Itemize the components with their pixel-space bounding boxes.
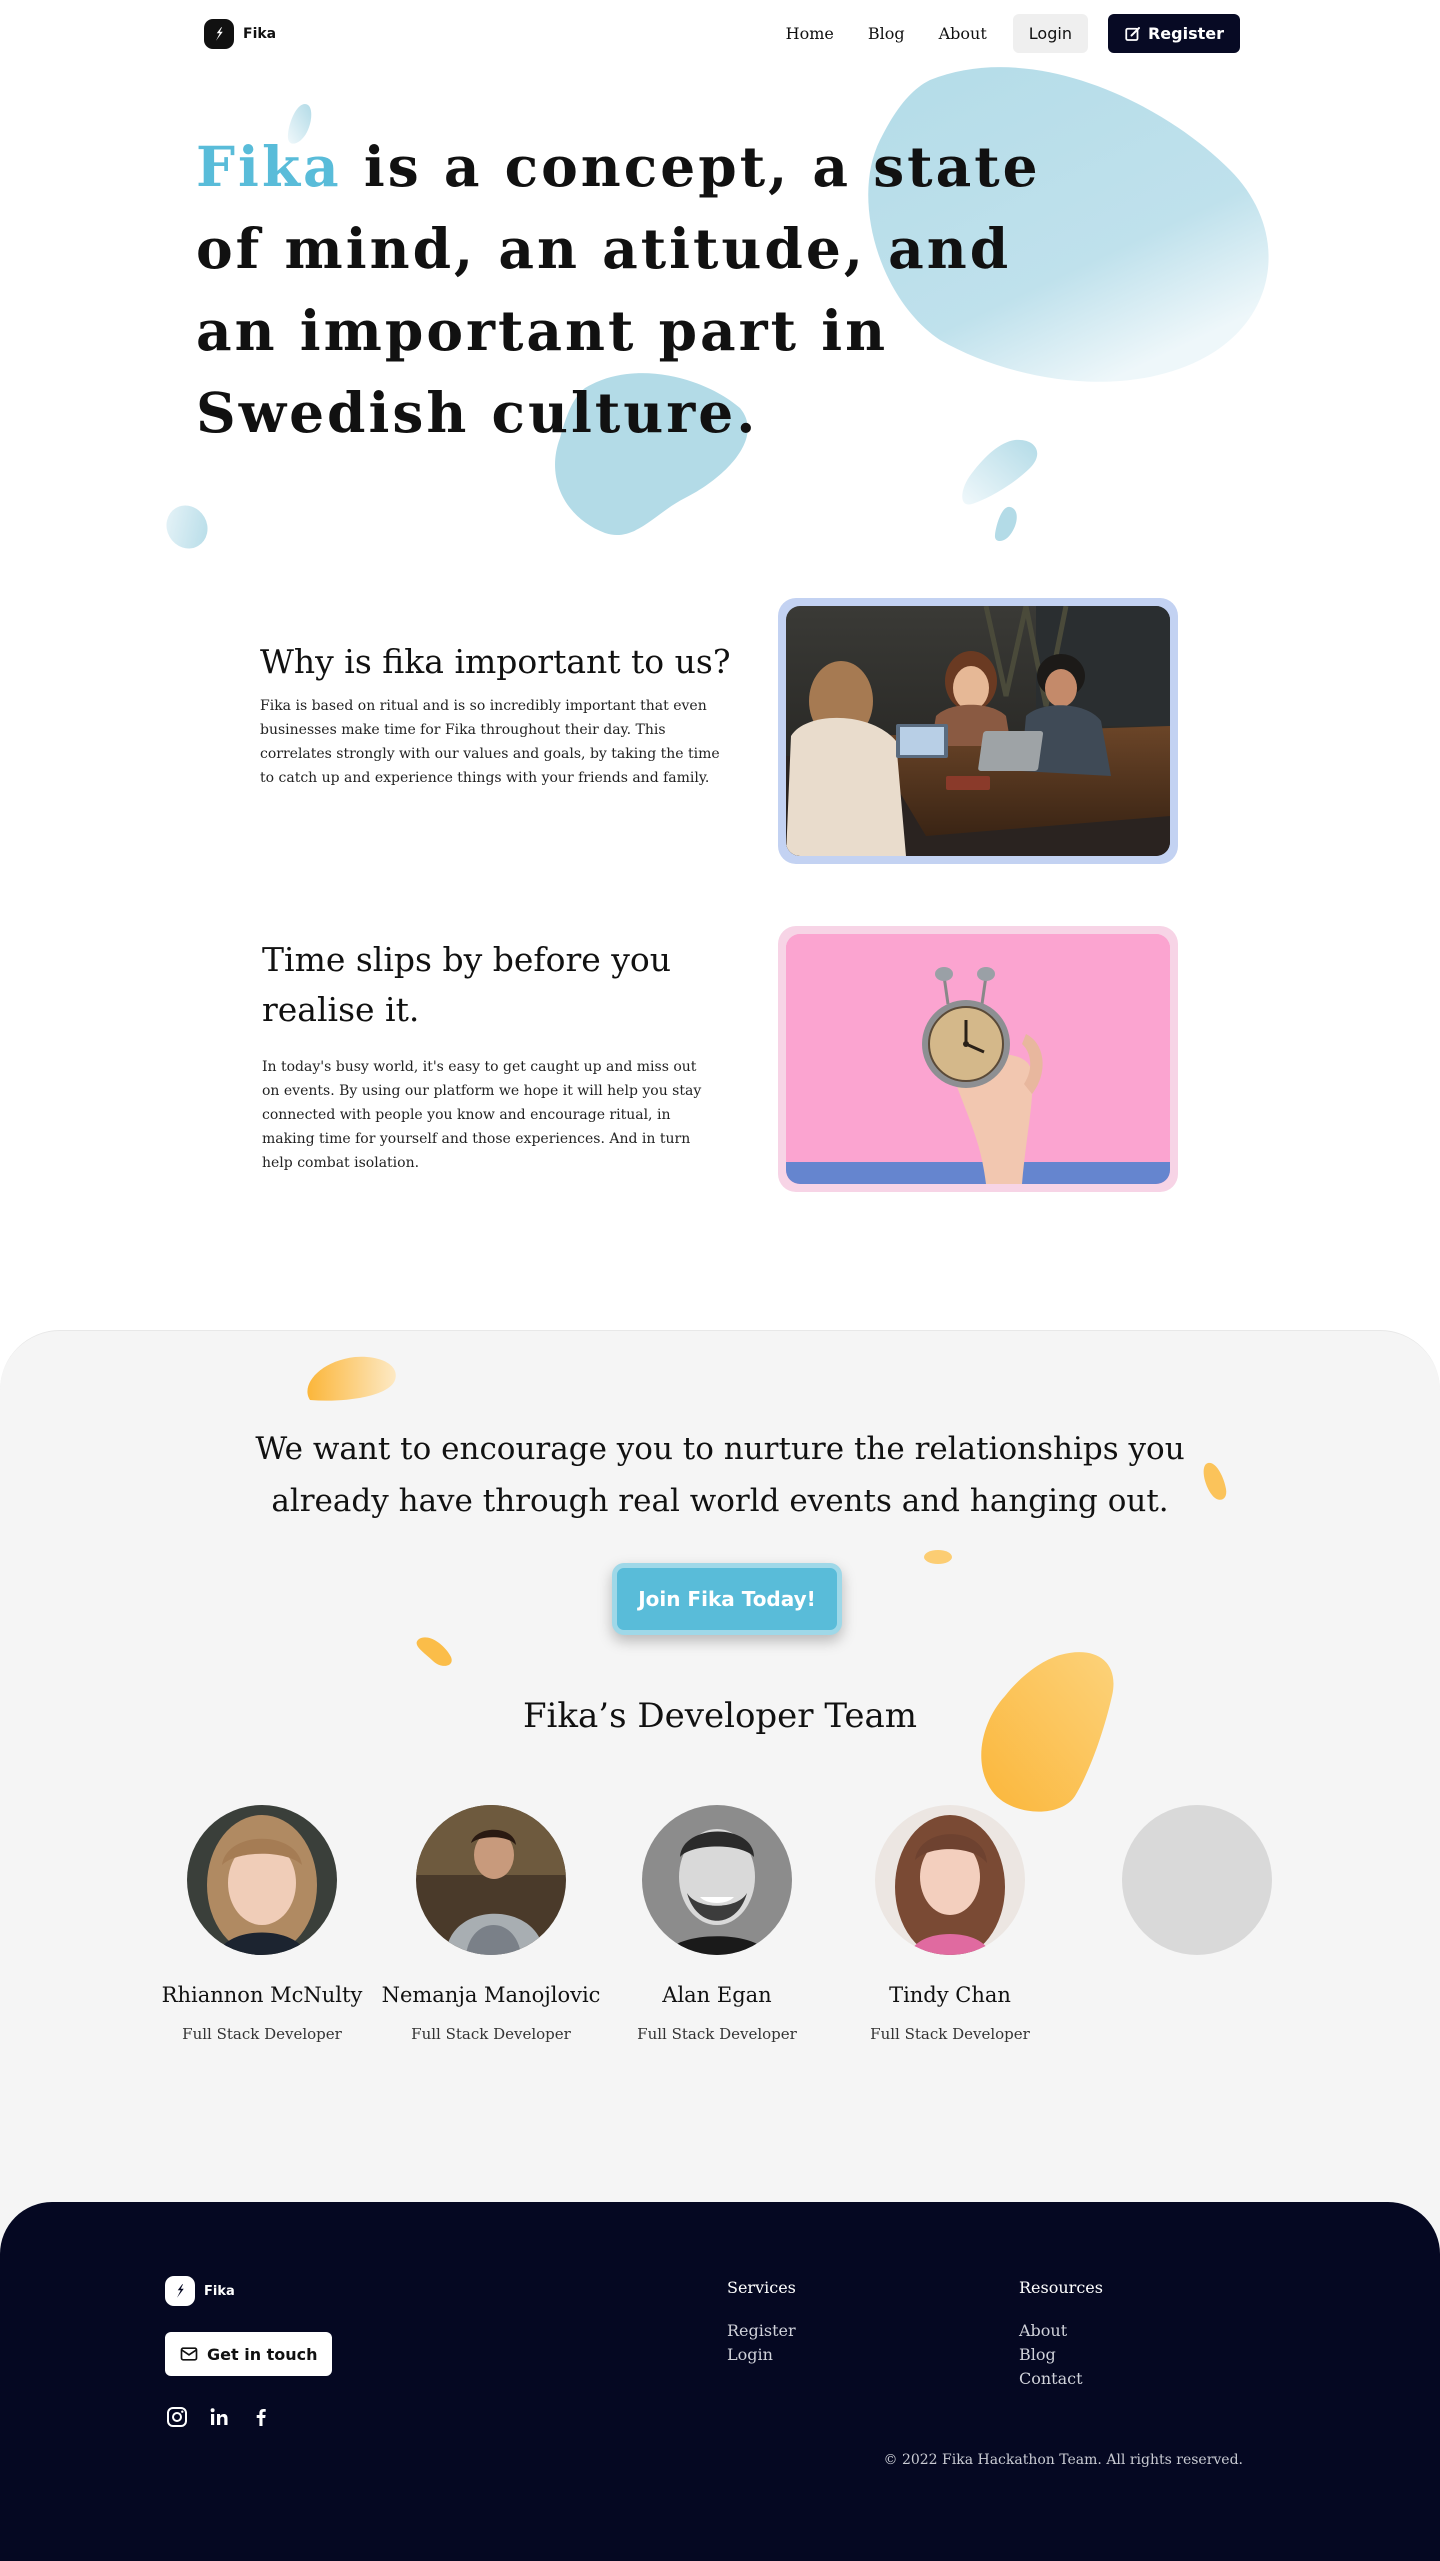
footer-resources-column: Resources About Blog Contact bbox=[1019, 2278, 1103, 2391]
hero-section: Fika is a concept, a state of mind, an a… bbox=[0, 0, 1440, 580]
avatar-placeholder bbox=[1122, 1805, 1272, 1955]
team-title: Fika’s Developer Team bbox=[522, 1696, 918, 1736]
copyright-text: © 2022 Fika Hackathon Team. All rights r… bbox=[883, 2452, 1244, 2468]
feature-title: Time slips by before you realise it. bbox=[262, 940, 672, 1029]
avatar bbox=[187, 1805, 337, 1955]
member-role: Full Stack Developer bbox=[182, 2025, 342, 2043]
member-role: Full Stack Developer bbox=[637, 2025, 797, 2043]
resources-heading: Resources bbox=[1019, 2278, 1103, 2297]
team-member-card: Alan Egan Full Stack Developer bbox=[602, 1805, 832, 2043]
get-in-touch-label: Get in touch bbox=[207, 2344, 318, 2364]
friends-at-cafe-photo bbox=[786, 606, 1170, 856]
facebook-icon[interactable] bbox=[249, 2405, 273, 2429]
get-in-touch-button[interactable]: Get in touch bbox=[165, 2332, 332, 2376]
footer-contact-link[interactable]: Contact bbox=[1019, 2367, 1103, 2391]
nav-links: Home Blog About Login Register bbox=[774, 14, 1240, 53]
edit-icon bbox=[1125, 26, 1140, 41]
team-member-card: Tindy Chan Full Stack Developer bbox=[835, 1805, 1065, 2043]
member-role: Full Stack Developer bbox=[411, 2025, 571, 2043]
mission-statement: We want to encourage you to nurture the … bbox=[255, 1431, 1185, 1519]
footer-blog-link[interactable]: Blog bbox=[1019, 2343, 1103, 2367]
orange-blob-1 bbox=[307, 1356, 396, 1401]
mission-section: We want to encourage you to nurture the … bbox=[0, 1330, 1440, 2270]
nav-home-link[interactable]: Home bbox=[774, 16, 846, 51]
hero-title-accent: Fika bbox=[196, 134, 342, 199]
fika-logo-icon bbox=[204, 19, 234, 49]
hero-title: Fika is a concept, a state of mind, an a… bbox=[196, 126, 1076, 454]
avatar bbox=[875, 1805, 1025, 1955]
register-label: Register bbox=[1147, 24, 1224, 43]
join-fika-button[interactable]: Join Fika Today! bbox=[612, 1563, 842, 1635]
login-button[interactable]: Login bbox=[1012, 14, 1088, 53]
fika-logo-icon bbox=[165, 2276, 195, 2306]
avatar bbox=[416, 1805, 566, 1955]
footer-services-column: Services Register Login bbox=[727, 2278, 796, 2367]
hand-holding-clock-photo bbox=[786, 934, 1170, 1184]
feature-title: Why is fika important to us? bbox=[260, 642, 731, 681]
footer-login-link[interactable]: Login bbox=[727, 2343, 796, 2367]
mail-icon bbox=[180, 2347, 198, 2361]
social-links bbox=[165, 2405, 273, 2429]
member-name: Nemanja Manojlovic bbox=[381, 1983, 601, 2007]
brand-name: Fika bbox=[243, 26, 277, 42]
instagram-icon[interactable] bbox=[165, 2405, 189, 2429]
services-heading: Services bbox=[727, 2278, 796, 2297]
site-footer: Fika Get in touch Services Register Logi… bbox=[0, 2202, 1440, 2561]
member-name: Rhiannon McNulty bbox=[161, 1983, 363, 2007]
brand-logo[interactable]: Fika bbox=[204, 19, 276, 49]
orange-blob-3 bbox=[924, 1550, 952, 1564]
footer-register-link[interactable]: Register bbox=[727, 2319, 796, 2343]
hero-blob-small-2 bbox=[994, 506, 1017, 541]
footer-about-link[interactable]: About bbox=[1019, 2319, 1103, 2343]
friends-photo-frame bbox=[778, 598, 1178, 864]
clock-photo-frame bbox=[778, 926, 1178, 1192]
feature-time-slips: Time slips by before you realise it. In … bbox=[0, 918, 1440, 1218]
feature-body: Fika is based on ritual and is so incred… bbox=[260, 698, 720, 786]
linkedin-icon[interactable] bbox=[207, 2405, 231, 2429]
hero-blob-small-3 bbox=[166, 505, 208, 549]
avatar bbox=[642, 1805, 792, 1955]
top-nav: Fika Home Blog About Login Register bbox=[0, 0, 1440, 72]
member-role: Full Stack Developer bbox=[870, 2025, 1030, 2043]
feature-body: In today's busy world, it's easy to get … bbox=[262, 1059, 702, 1171]
footer-brand-logo[interactable]: Fika bbox=[165, 2276, 235, 2306]
team-member-card: Nemanja Manojlovic Full Stack Developer bbox=[376, 1805, 606, 2043]
orange-blob-4 bbox=[416, 1637, 452, 1666]
team-member-card-placeholder bbox=[1082, 1805, 1312, 1955]
feature-why-fika: Why is fika important to us? Fika is bas… bbox=[0, 590, 1440, 890]
register-button[interactable]: Register bbox=[1107, 14, 1240, 53]
member-name: Tindy Chan bbox=[889, 1983, 1011, 2007]
team-member-card: Rhiannon McNulty Full Stack Developer bbox=[147, 1805, 377, 2043]
nav-about-link[interactable]: About bbox=[927, 16, 999, 51]
nav-blog-link[interactable]: Blog bbox=[856, 16, 917, 51]
member-name: Alan Egan bbox=[662, 1983, 772, 2007]
brand-name: Fika bbox=[204, 2283, 235, 2299]
